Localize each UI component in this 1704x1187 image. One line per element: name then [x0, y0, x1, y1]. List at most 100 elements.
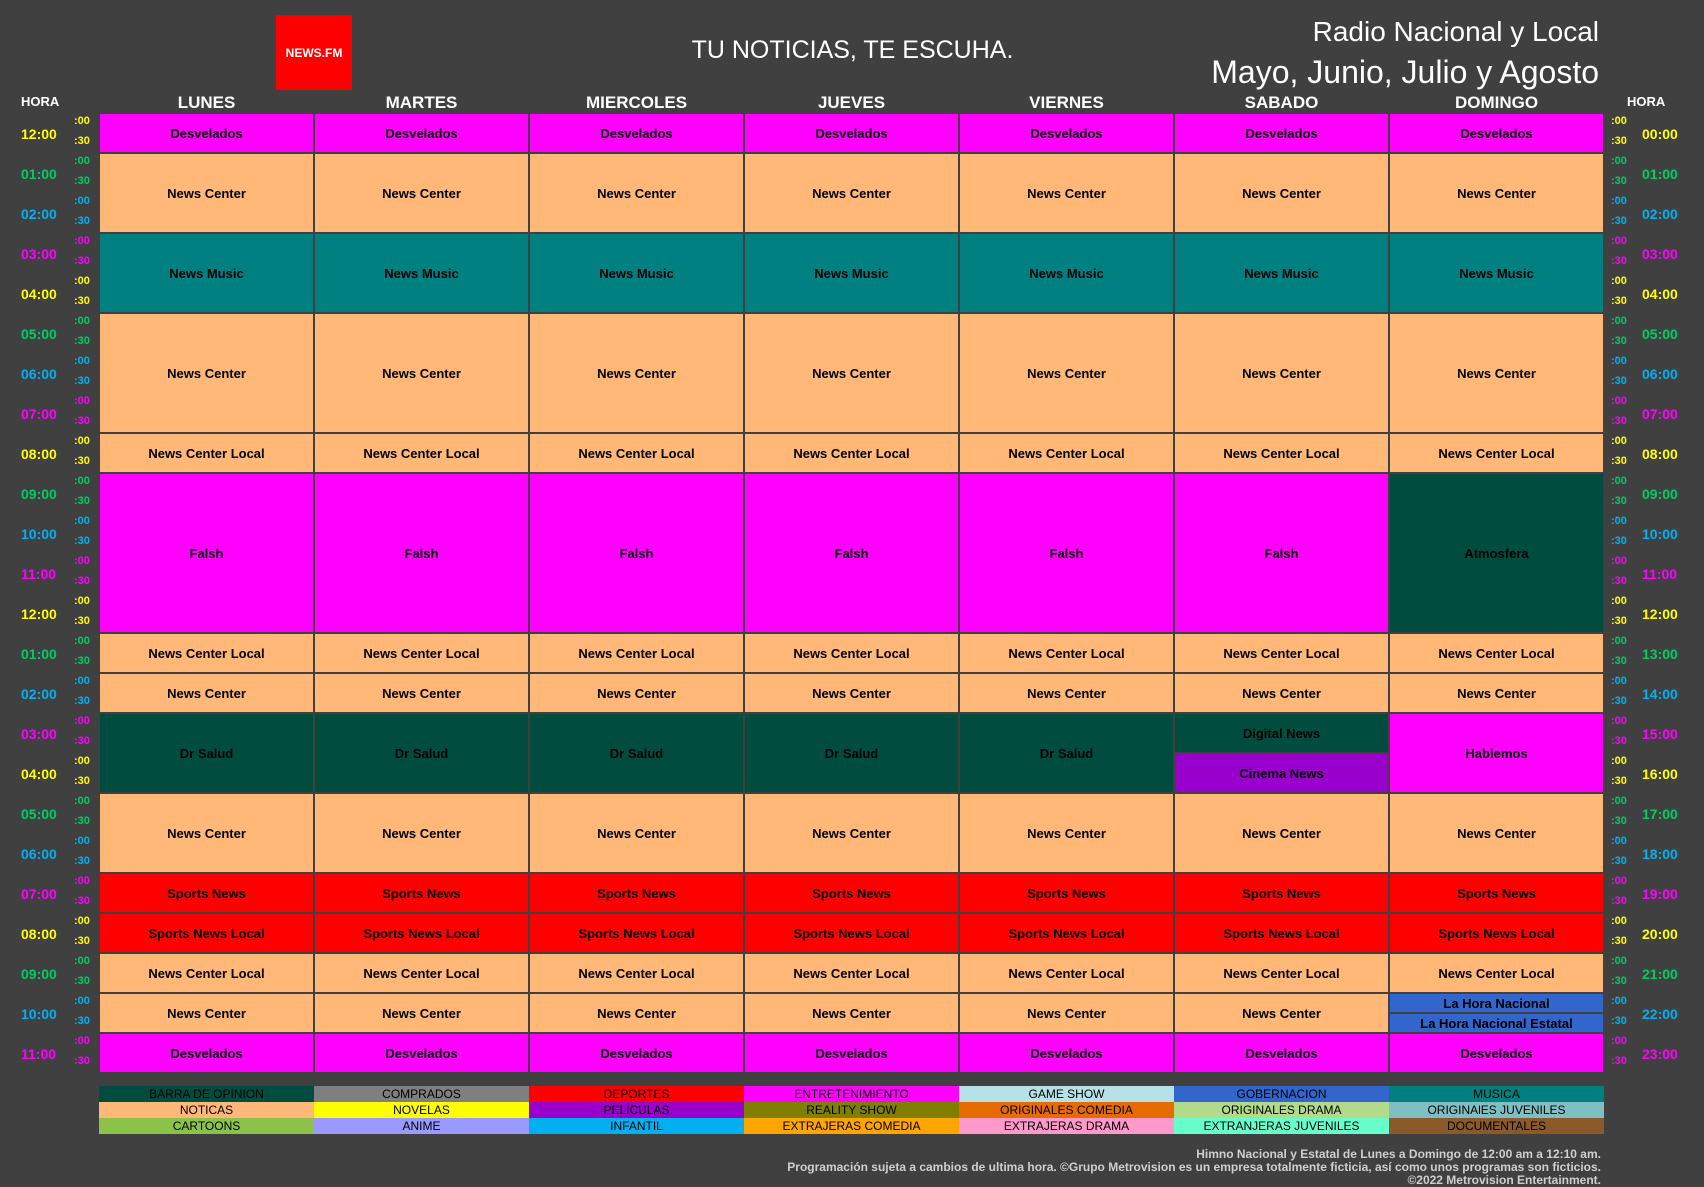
- program-cell[interactable]: Sports News Local: [1389, 913, 1604, 953]
- program-cell[interactable]: Falsh: [1174, 473, 1389, 633]
- program-cell[interactable]: Sports News Local: [959, 913, 1174, 953]
- program-cell[interactable]: Sports News: [744, 873, 959, 913]
- program-cell[interactable]: News Center: [1174, 993, 1389, 1033]
- program-cell[interactable]: Desvelados: [959, 1033, 1174, 1073]
- program-cell[interactable]: News Music: [314, 233, 529, 313]
- program-cell[interactable]: News Center: [1174, 673, 1389, 713]
- program-cell[interactable]: News Center: [744, 153, 959, 233]
- program-cell[interactable]: News Center: [99, 313, 314, 433]
- program-cell[interactable]: News Center Local: [529, 953, 744, 993]
- program-cell[interactable]: News Music: [99, 233, 314, 313]
- program-cell[interactable]: Cinema News: [1174, 753, 1389, 793]
- program-cell[interactable]: Desvelados: [99, 113, 314, 153]
- program-cell[interactable]: News Center Local: [529, 633, 744, 673]
- program-cell[interactable]: News Center Local: [1389, 953, 1604, 993]
- program-cell[interactable]: Desvelados: [744, 113, 959, 153]
- program-cell[interactable]: Sports News Local: [1174, 913, 1389, 953]
- program-cell[interactable]: News Center: [744, 993, 959, 1033]
- program-cell[interactable]: News Center: [959, 993, 1174, 1033]
- program-cell[interactable]: Falsh: [959, 473, 1174, 633]
- program-cell[interactable]: News Center Local: [1174, 633, 1389, 673]
- program-cell[interactable]: News Center: [959, 153, 1174, 233]
- program-cell[interactable]: News Center: [1389, 793, 1604, 873]
- program-cell[interactable]: Desvelados: [1389, 1033, 1604, 1073]
- program-cell[interactable]: News Center: [529, 313, 744, 433]
- program-cell[interactable]: News Center: [1174, 313, 1389, 433]
- program-cell[interactable]: News Center Local: [314, 953, 529, 993]
- program-cell[interactable]: Desvelados: [1174, 113, 1389, 153]
- program-cell[interactable]: Desvelados: [529, 113, 744, 153]
- program-cell[interactable]: News Center Local: [1174, 953, 1389, 993]
- program-cell[interactable]: Desvelados: [314, 113, 529, 153]
- program-cell[interactable]: News Music: [959, 233, 1174, 313]
- program-cell[interactable]: News Center: [314, 313, 529, 433]
- program-cell[interactable]: News Center: [1389, 673, 1604, 713]
- program-cell[interactable]: Dr Salud: [99, 713, 314, 793]
- program-cell[interactable]: Sports News Local: [744, 913, 959, 953]
- program-cell[interactable]: News Center Local: [99, 633, 314, 673]
- program-cell[interactable]: News Center Local: [744, 633, 959, 673]
- program-cell[interactable]: Dr Salud: [314, 713, 529, 793]
- program-cell[interactable]: News Music: [744, 233, 959, 313]
- program-cell[interactable]: Sports News Local: [99, 913, 314, 953]
- program-cell[interactable]: Dr Salud: [959, 713, 1174, 793]
- program-cell[interactable]: News Music: [1174, 233, 1389, 313]
- program-cell[interactable]: Dr Salud: [744, 713, 959, 793]
- program-cell[interactable]: News Center: [314, 673, 529, 713]
- program-cell[interactable]: Sports News: [314, 873, 529, 913]
- program-cell[interactable]: Atmosfera: [1389, 473, 1604, 633]
- program-cell[interactable]: News Center: [1174, 153, 1389, 233]
- program-cell[interactable]: News Center: [1389, 313, 1604, 433]
- program-cell[interactable]: News Center Local: [314, 633, 529, 673]
- program-cell[interactable]: News Center: [1174, 793, 1389, 873]
- program-cell[interactable]: News Center: [744, 673, 959, 713]
- program-cell[interactable]: Sports News: [959, 873, 1174, 913]
- program-cell[interactable]: News Center Local: [744, 433, 959, 473]
- program-cell[interactable]: Sports News: [1174, 873, 1389, 913]
- program-cell[interactable]: News Center Local: [959, 433, 1174, 473]
- program-cell[interactable]: News Center Local: [99, 433, 314, 473]
- program-cell[interactable]: News Center: [99, 673, 314, 713]
- program-cell[interactable]: News Center: [99, 153, 314, 233]
- program-cell[interactable]: News Center Local: [1389, 433, 1604, 473]
- program-cell[interactable]: News Center: [959, 313, 1174, 433]
- program-cell[interactable]: Desvelados: [1174, 1033, 1389, 1073]
- program-cell[interactable]: News Center: [314, 793, 529, 873]
- program-cell[interactable]: News Center Local: [1174, 433, 1389, 473]
- program-cell[interactable]: News Center: [529, 153, 744, 233]
- program-cell[interactable]: Dr Salud: [529, 713, 744, 793]
- program-cell[interactable]: News Center Local: [959, 953, 1174, 993]
- program-cell[interactable]: Sports News Local: [529, 913, 744, 953]
- program-cell[interactable]: News Center: [744, 313, 959, 433]
- program-cell[interactable]: News Center Local: [99, 953, 314, 993]
- program-cell[interactable]: La Hora Nacional Estatal: [1389, 1013, 1604, 1033]
- program-cell[interactable]: Falsh: [314, 473, 529, 633]
- program-cell[interactable]: Desvelados: [529, 1033, 744, 1073]
- program-cell[interactable]: News Center: [529, 793, 744, 873]
- program-cell[interactable]: News Center Local: [1389, 633, 1604, 673]
- program-cell[interactable]: News Music: [1389, 233, 1604, 313]
- program-cell[interactable]: Digital News: [1174, 713, 1389, 753]
- program-cell[interactable]: News Center: [744, 793, 959, 873]
- program-cell[interactable]: Hablemos: [1389, 713, 1604, 793]
- program-cell[interactable]: Desvelados: [1389, 113, 1604, 153]
- program-cell[interactable]: News Center Local: [959, 633, 1174, 673]
- program-cell[interactable]: News Center: [1389, 153, 1604, 233]
- program-cell[interactable]: News Center: [959, 673, 1174, 713]
- program-cell[interactable]: Sports News: [99, 873, 314, 913]
- program-cell[interactable]: News Center: [99, 793, 314, 873]
- program-cell[interactable]: Falsh: [744, 473, 959, 633]
- program-cell[interactable]: Desvelados: [959, 113, 1174, 153]
- program-cell[interactable]: Falsh: [529, 473, 744, 633]
- program-cell[interactable]: La Hora Nacional: [1389, 993, 1604, 1013]
- program-cell[interactable]: Sports News Local: [314, 913, 529, 953]
- program-cell[interactable]: News Center: [529, 673, 744, 713]
- program-cell[interactable]: News Center Local: [529, 433, 744, 473]
- program-cell[interactable]: News Center: [99, 993, 314, 1033]
- program-cell[interactable]: News Center: [529, 993, 744, 1033]
- program-cell[interactable]: News Music: [529, 233, 744, 313]
- program-cell[interactable]: News Center: [314, 993, 529, 1033]
- program-cell[interactable]: News Center: [314, 153, 529, 233]
- program-cell[interactable]: News Center Local: [314, 433, 529, 473]
- program-cell[interactable]: Falsh: [99, 473, 314, 633]
